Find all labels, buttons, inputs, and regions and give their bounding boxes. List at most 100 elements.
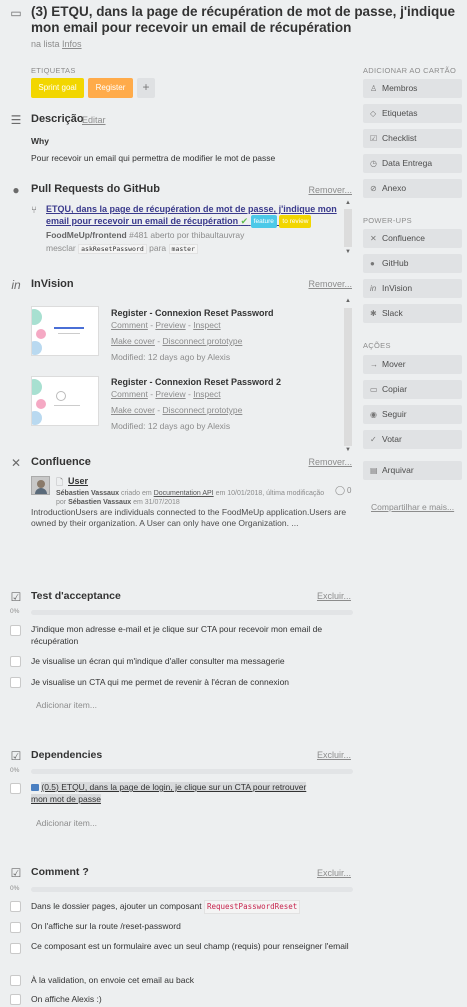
slack-label: Slack (382, 308, 403, 318)
checklist-3-item-4-checkbox[interactable] (10, 975, 21, 986)
add-label-button[interactable]: + (137, 78, 155, 98)
checklist-3-item-1-checkbox[interactable] (10, 901, 21, 912)
label-sprint-goal[interactable]: Sprint goal (31, 78, 84, 98)
checklist-1-item-2[interactable]: Je visualise un écran qui m'indique d'al… (31, 655, 351, 667)
invision-comment-link[interactable]: Comment (111, 320, 148, 330)
checklist-1-item-1[interactable]: J'indique mon adresse e-mail et je cliqu… (31, 623, 351, 647)
confluence-button[interactable]: ✕ Confluence (363, 229, 462, 248)
checklist-1-add-item[interactable]: Adicionar item... (36, 700, 97, 710)
confluence-space-link[interactable]: Documentation API (154, 490, 214, 497)
confluence-excerpt: IntroductionUsers are individuals connec… (31, 507, 347, 528)
invision-inspect-link[interactable]: Inspect (193, 389, 220, 399)
checklist-1-item-2-checkbox[interactable] (10, 656, 21, 667)
attachment-button[interactable]: ⊘ Anexo (363, 179, 462, 198)
list-link[interactable]: Infos (62, 39, 82, 49)
checklist-2-delete-link[interactable]: Excluir... (317, 750, 351, 760)
scroll-up-icon[interactable]: ▲ (345, 298, 351, 304)
card-icon: ▭ (10, 6, 22, 20)
checklist-2-item-1[interactable]: (0.5) ETQU, dans la page de login, je cl… (31, 781, 321, 805)
share-link[interactable]: Compartilhar e mais... (371, 502, 454, 512)
labels-button[interactable]: ◇ Etiquetas (363, 104, 462, 123)
github-remove-link[interactable]: Remover... (308, 185, 352, 195)
invision-scrollbar[interactable] (344, 308, 352, 446)
pull-request-title[interactable]: ETQU, dans la page de récupération de mo… (46, 204, 346, 228)
powerups-heading: POWER-UPS (363, 216, 412, 225)
checklist-3-item-1-text: Dans le dossier pages, ajouter un compos… (31, 901, 202, 911)
checklist-2-item-1-link[interactable]: (0.5) ETQU, dans la page de login, je cl… (31, 782, 307, 804)
card-title[interactable]: (3) ETQU, dans la page de récupération d… (31, 4, 461, 36)
checklist-1-progress (31, 610, 353, 615)
invision-inspect-link[interactable]: Inspect (193, 320, 220, 330)
invision-thumbnail-2[interactable] (31, 376, 99, 426)
comment-count: 0 (347, 486, 352, 495)
label-register[interactable]: Register (88, 78, 133, 98)
invision-preview-link[interactable]: Preview (155, 320, 185, 330)
checklist-3-delete-link[interactable]: Excluir... (317, 868, 351, 878)
checklist-icon: ☑ (370, 134, 378, 143)
checklist-3-item-5[interactable]: On affiche Alexis :) (31, 993, 351, 1005)
pr-meta-text: #481 aberto por thibaultauvray (129, 230, 245, 240)
invision-item-2-title[interactable]: Register - Connexion Reset Password 2 (111, 377, 281, 387)
invision-make-cover-link[interactable]: Make cover (111, 336, 155, 346)
checklist-1-item-3-checkbox[interactable] (10, 677, 21, 688)
checklist-1-item-3[interactable]: Je visualise un CTA qui me permet de rev… (31, 676, 351, 688)
checklist-3-progress (31, 887, 353, 892)
checklist-2-progress (31, 769, 353, 774)
members-button[interactable]: ♙ Membros (363, 79, 462, 98)
archive-button[interactable]: ▤ Arquivar (363, 461, 462, 480)
checklist-1-delete-link[interactable]: Excluir... (317, 591, 351, 601)
due-date-label: Data Entrega (382, 158, 433, 168)
invision-disconnect-link[interactable]: Disconnect prototype (163, 336, 243, 346)
checklist-1-item-1-checkbox[interactable] (10, 625, 21, 636)
checklist-1-title[interactable]: Test d'acceptance (31, 590, 121, 602)
slack-button[interactable]: ✱ Slack (363, 304, 462, 323)
pr-repo[interactable]: FoodMeUp/frontend (46, 230, 127, 240)
checklist-button[interactable]: ☑ Checklist (363, 129, 462, 148)
invision-comment-link[interactable]: Comment (111, 389, 148, 399)
checklist-3-item-2-checkbox[interactable] (10, 922, 21, 933)
checklist-label: Checklist (382, 133, 417, 143)
invision-thumbnail-1[interactable] (31, 306, 99, 356)
checklist-3-item-3-checkbox[interactable] (10, 943, 21, 954)
copy-button[interactable]: ▭ Copiar (363, 380, 462, 399)
checklist-2-add-item[interactable]: Adicionar item... (36, 818, 97, 828)
pr-into-word: para (149, 243, 167, 253)
invision-heading: InVision (31, 278, 74, 290)
follow-button[interactable]: ◉ Seguir (363, 405, 462, 424)
checklist-2-item-1-checkbox[interactable] (10, 783, 21, 794)
confluence-page-link[interactable]: User (68, 476, 88, 486)
invision-item-1-links: Comment - Preview - Inspect (111, 320, 221, 330)
checklist-2-title[interactable]: Dependencies (31, 749, 102, 761)
confluence-remove-link[interactable]: Remover... (308, 457, 352, 467)
invision-button[interactable]: in InVision (363, 279, 462, 298)
invision-disconnect-link[interactable]: Disconnect prototype (163, 405, 243, 415)
scroll-up-icon[interactable]: ▲ (345, 200, 351, 206)
checklist-3-item-1[interactable]: Dans le dossier pages, ajouter un compos… (31, 900, 351, 914)
checklist-3-item-5-checkbox[interactable] (10, 994, 21, 1005)
pr-branch-to: master (168, 244, 199, 254)
github-label: GitHub (382, 258, 409, 268)
due-date-button[interactable]: ◷ Data Entrega (363, 154, 462, 173)
scroll-down-icon[interactable]: ▼ (345, 447, 351, 453)
checklist-3-title[interactable]: Comment ? (31, 866, 89, 878)
github-button[interactable]: ● GitHub (363, 254, 462, 273)
description-heading: Descrição (31, 113, 84, 125)
invision-remove-link[interactable]: Remover... (308, 279, 352, 289)
github-scrollbar[interactable] (344, 209, 352, 247)
follow-label: Seguir (382, 409, 407, 419)
edit-description-link[interactable]: Editar (82, 115, 106, 125)
checklist-3-percent: 0% (10, 885, 20, 892)
invision-item-1-title[interactable]: Register - Connexion Reset Password (111, 308, 274, 318)
invision-preview-link[interactable]: Preview (155, 389, 185, 399)
vote-button[interactable]: ✓ Votar (363, 430, 462, 449)
checklist-3-item-3[interactable]: Ce composant est un formulaire avec un s… (31, 940, 351, 952)
scroll-down-icon[interactable]: ▼ (345, 249, 351, 255)
archive-label: Arquivar (382, 465, 414, 475)
confluence-author: Sébastien Vassaux (56, 490, 120, 497)
checklist-3-item-4[interactable]: À la validation, on envoie cet email au … (31, 974, 351, 986)
confluence-created-on: criado em (121, 490, 152, 497)
checklist-3-item-2[interactable]: On l'affiche sur la route /reset-passwor… (31, 920, 351, 932)
confluence-mod-author: Sébastien Vassaux (68, 499, 132, 506)
move-button[interactable]: → Mover (363, 355, 462, 374)
invision-make-cover-link[interactable]: Make cover (111, 405, 155, 415)
